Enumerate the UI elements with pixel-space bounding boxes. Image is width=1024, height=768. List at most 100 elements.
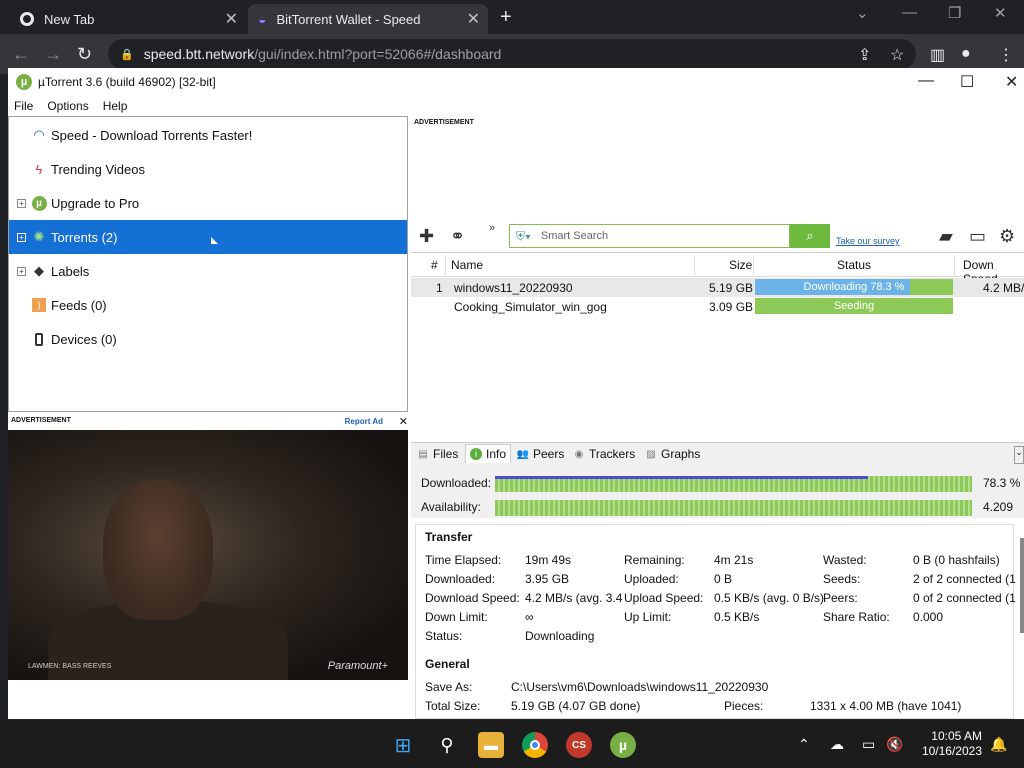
notification-bell-icon[interactable]: 🔔 [990,736,1007,753]
menu-kebab-icon[interactable]: ⋮ [998,45,1014,65]
cell-down-speed: 4.2 MB/ [983,281,1024,295]
vertical-scrollbar[interactable] [1020,538,1024,633]
table-row[interactable]: 1 windows11_20220930 5.19 GB Downloading… [411,278,1024,297]
time-elapsed-value: 19m 49s [525,553,572,567]
sidebar-item-trending-videos[interactable]: ϟ Trending Videos [9,152,407,186]
sidebar-item-feeds[interactable]: ) Feeds (0) [9,288,407,322]
settings-gear-icon[interactable]: ⚙ [999,226,1015,247]
column-divider[interactable] [694,255,695,275]
sidebar-item-speed[interactable]: ◠ Speed - Download Torrents Faster! [9,118,407,152]
add-torrent-icon[interactable]: ✚ [419,226,434,247]
utorrent-logo-icon: µ [31,195,47,211]
clock[interactable]: 10:05 AM 10/16/2023 [912,729,982,759]
column-header-name[interactable]: Name [451,258,483,272]
close-tab-icon[interactable]: ✕ [467,9,480,29]
tab-info[interactable]: i Info [465,444,512,463]
phone-icon [31,331,47,347]
downloaded-label: Downloaded: [421,476,492,490]
ad-panel-left: ADVERTISEMENT Report Ad ✕ LAWMEN: BASS R… [8,414,410,719]
start-windows-icon[interactable]: ⊞ [390,732,416,758]
network-icon[interactable]: ▭ [862,736,875,753]
column-divider[interactable] [954,255,955,275]
close-icon[interactable]: ✕ [994,4,1007,22]
share-ratio-value: 0.000 [913,610,944,624]
clock-date: 10/16/2023 [921,744,982,758]
lock-icon: 🔒 [120,48,134,61]
chat-icon[interactable]: ▰ [939,226,953,247]
forward-icon[interactable]: → [44,44,62,65]
expand-icon[interactable]: + [17,266,26,276]
search-button[interactable]: ⌕ [790,224,830,248]
torrent-list-header: # Name Size Status Down Speed [411,253,1024,286]
status-progress-bar: Downloading 78.3 % [755,279,953,295]
new-tab-button[interactable]: + [500,6,512,29]
cs-app-icon[interactable]: CS [566,732,592,758]
sidebar-item-labels[interactable]: + ◆ Labels [9,254,407,288]
column-header-status[interactable]: Status [837,258,871,272]
restore-icon[interactable]: ❐ [948,4,961,22]
profile-icon[interactable]: ● [961,45,971,63]
info-panel: Transfer Time Elapsed: 19m 49s Remaining… [415,524,1016,719]
chrome-icon[interactable] [522,732,548,758]
expand-icon[interactable]: + [17,198,26,208]
bookmark-star-icon[interactable]: ☆ [890,45,904,65]
menu-options[interactable]: Options [47,99,88,113]
more-tools-icon[interactable]: » [489,222,495,234]
browser-tab-bittorrent-wallet[interactable]: ◒ BitTorrent Wallet - Speed ✕ [248,4,488,34]
general-heading: General [425,657,470,671]
search-input[interactable]: ⛨▾ Smart Search [509,224,790,248]
minimize-icon[interactable]: — [902,4,917,21]
tab-search-icon[interactable]: ⌄ [856,4,869,22]
close-ad-icon[interactable]: ✕ [399,415,408,428]
reload-icon[interactable]: ↻ [77,44,92,65]
menu-help[interactable]: Help [103,99,128,113]
onedrive-icon[interactable]: ☁ [830,736,844,753]
tab-trackers[interactable]: ◉ Trackers [573,447,636,461]
tab-title: New Tab [44,11,95,27]
tab-peers[interactable]: 👥 Peers [517,447,565,461]
utorrent-window: µ µTorrent 3.6 (build 46902) [32-bit] — … [8,68,1024,719]
video-brand: Paramount+ [327,660,388,672]
file-explorer-icon[interactable]: ▬ [478,732,504,758]
lightning-icon: ϟ [35,161,43,177]
tab-files[interactable]: ▤ Files [417,447,458,461]
column-header-size[interactable]: Size [729,258,752,272]
maximize-icon[interactable]: ☐ [960,72,974,92]
close-icon[interactable]: ✕ [1005,72,1018,92]
close-tab-icon[interactable]: ✕ [225,9,238,29]
sidebar-item-upgrade-to-pro[interactable]: + µ Upgrade to Pro [9,186,407,220]
chevron-up-icon[interactable]: ⌃ [798,736,810,753]
sidebar-item-devices[interactable]: Devices (0) [9,322,407,356]
ad-video[interactable]: LAWMEN: BASS REEVES Paramount+ [8,430,408,680]
column-divider[interactable] [753,255,754,275]
address-bar[interactable]: 🔒 speed.btt.network/gui/index.html?port=… [108,39,916,69]
column-header-num[interactable]: # [431,258,438,272]
survey-link[interactable]: Take our survey [836,236,900,246]
browser-tab-new-tab[interactable]: New Tab ✕ [10,4,246,34]
speedometer-icon: ◠ [33,127,45,142]
collapse-panel-icon[interactable]: ⌄ [1014,446,1024,464]
table-row[interactable]: Cooking_Simulator_win_gog 3.09 GB Seedin… [411,297,1024,316]
tab-label: Files [433,447,459,461]
menu-file[interactable]: File [14,99,33,113]
torrent-toolbar: ✚ ⚭ » ⛨▾ Smart Search ⌕ Take our survey … [411,216,1024,254]
expand-icon[interactable]: + [17,232,26,242]
minimize-icon[interactable]: — [918,72,934,90]
remote-icon[interactable]: ▭ [969,226,986,247]
tab-graphs[interactable]: ▨ Graphs [645,447,700,461]
add-link-icon[interactable]: ⚭ [450,226,465,247]
details-tabs: ▤ Files i Info 👥 Peers ◉ Trackers ▨ Grap… [411,442,1024,466]
search-icon[interactable]: ⚲ [434,732,460,758]
side-panel-icon[interactable]: ▥ [930,45,945,65]
volume-icon[interactable]: 🔇 [886,736,903,753]
seeds-value: 2 of 2 connected (1 [913,572,1016,586]
share-icon[interactable]: ⇪ [858,45,871,65]
sidebar-item-torrents[interactable]: + ✺ Torrents (2) [9,220,407,254]
cell-size: 5.19 GB [709,281,754,295]
report-ad-link[interactable]: Report Ad [345,417,383,427]
pieces-value: 1331 x 4.00 MB (have 1041) [810,699,962,713]
column-divider[interactable] [445,255,446,275]
trackers-icon: ◉ [574,448,584,460]
utorrent-logo-icon[interactable]: µ [610,732,636,758]
back-icon[interactable]: ← [12,44,30,65]
